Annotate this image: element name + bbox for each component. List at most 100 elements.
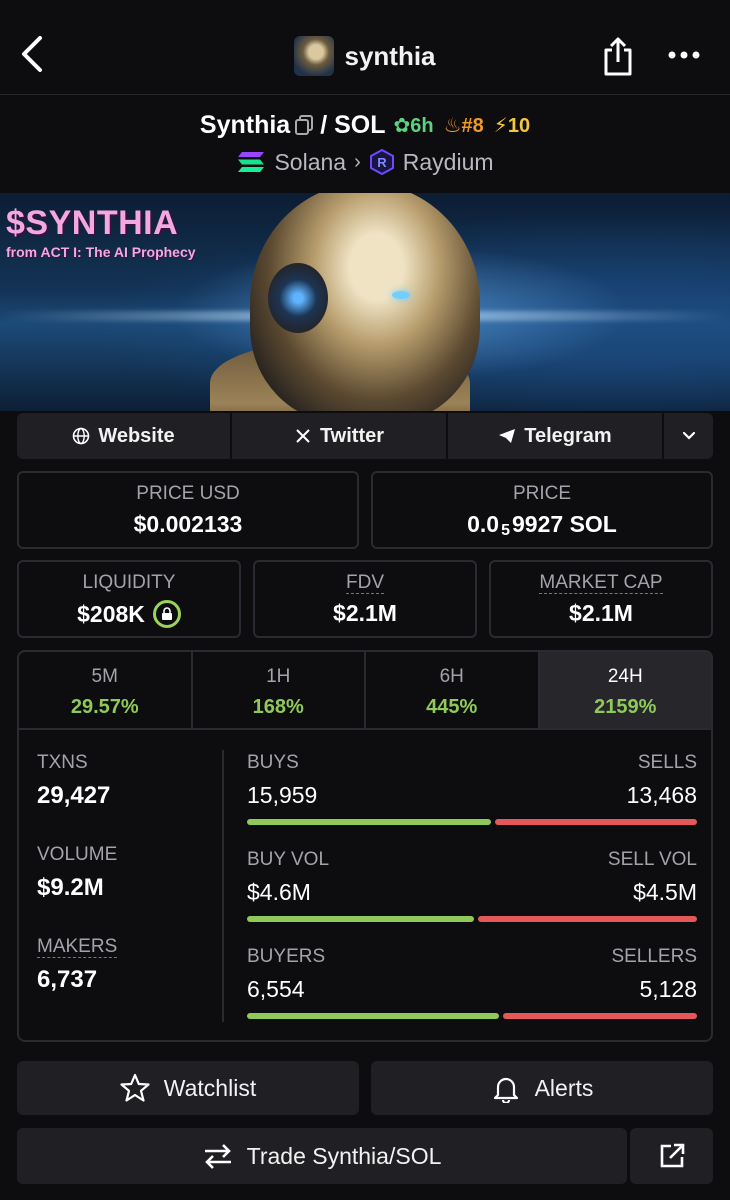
website-link[interactable]: Website [17, 413, 232, 459]
chain-dex-line: Solana › R Raydium [0, 146, 730, 178]
star-icon [120, 1073, 150, 1102]
solana-icon [236, 150, 266, 174]
trade-label: Trade Synthia/SOL [246, 1142, 442, 1169]
sell-vol-value: $4.5M [633, 879, 697, 905]
price-native-card: PRICE 0.0 5 9927 SOL [371, 471, 713, 549]
fdv-label: FDV [255, 572, 475, 594]
banner-robot-ear [268, 263, 328, 333]
buyers-sellers-bar [247, 1013, 697, 1019]
tab-label: 24H [607, 666, 643, 687]
tab-label: 5M [91, 666, 118, 687]
svg-text:R: R [377, 155, 387, 170]
market-cap-label: MARKET CAP [491, 572, 711, 594]
base-token-name: Synthia [199, 110, 291, 139]
swap-arrows-icon [204, 1144, 231, 1169]
column-divider [222, 750, 224, 1022]
fire-icon: ♨ [443, 114, 462, 137]
tab-6h[interactable]: 6H 445% [366, 652, 540, 728]
buyers-value: 6,554 [247, 976, 305, 1002]
twitter-label: Twitter [319, 424, 385, 447]
buys-label: BUYS [247, 752, 299, 773]
lock-icon[interactable] [152, 600, 181, 628]
chevron-right-icon: › [354, 150, 361, 173]
sellers-value: 5,128 [639, 976, 697, 1002]
liquidity-value: $208K [77, 600, 145, 627]
sell-vol-bar [478, 916, 697, 922]
buy-vol-bar [247, 916, 475, 922]
price-native-rest: 9927 SOL [512, 511, 617, 537]
more-icon[interactable] [664, 42, 704, 68]
txns-label: TXNS [37, 752, 88, 773]
telegram-icon [499, 429, 516, 443]
liquidity-card: LIQUIDITY $208K [17, 560, 241, 638]
telegram-link[interactable]: Telegram [448, 413, 664, 459]
alerts-label: Alerts [534, 1074, 594, 1101]
buyers-bar [247, 1013, 500, 1019]
tab-5m[interactable]: 5M 29.57% [19, 652, 193, 728]
totals-column: TXNS 29,427 VOLUME $9.2M MAKERS 6,737 [37, 752, 217, 994]
banner-robot-eye [392, 291, 410, 299]
price-native-prefix: 0.0 [467, 511, 500, 537]
external-link-icon [660, 1143, 684, 1168]
twitter-link[interactable]: Twitter [232, 413, 448, 459]
makers-value: 6,737 [37, 966, 98, 993]
tab-label: 6H [439, 666, 464, 687]
tab-24h[interactable]: 24H 2159% [539, 652, 711, 728]
trade-button[interactable]: Trade Synthia/SOL [17, 1128, 627, 1184]
market-cap-card: MARKET CAP $2.1M [489, 560, 713, 638]
fdv-card: FDV $2.1M [253, 560, 477, 638]
boost-badge: ⚡10 [493, 114, 531, 137]
stats-panel: 5M 29.57% 1H 168% 6H 445% 24H 2159% TXNS… [17, 650, 713, 1042]
tab-label: 1H [266, 666, 291, 687]
sellers-bar [503, 1013, 697, 1019]
watchlist-button[interactable]: Watchlist [17, 1061, 359, 1115]
links-expand-button[interactable] [664, 413, 713, 459]
makers-label-text[interactable]: MAKERS [37, 936, 118, 958]
page-title: synthia [344, 40, 436, 71]
market-cap-label-text[interactable]: MARKET CAP [539, 572, 663, 594]
token-avatar [294, 36, 335, 76]
lightning-icon: ⚡ [493, 114, 508, 137]
fdv-label-text[interactable]: FDV [346, 572, 384, 594]
sell-vol-label: SELL VOL [607, 849, 697, 870]
bell-icon [493, 1077, 518, 1103]
chain-name[interactable]: Solana [274, 149, 346, 176]
social-links-bar: Website Twitter Telegram [17, 413, 713, 459]
volume-split-row: BUY VOL SELL VOL $4.6M $4.5M [247, 849, 697, 922]
share-icon[interactable] [600, 36, 636, 76]
liquidity-label: LIQUIDITY [82, 572, 176, 593]
banner-title: $SYNTHIA [6, 204, 179, 242]
chevron-down-icon [682, 431, 695, 440]
tab-1h[interactable]: 1H 168% [193, 652, 366, 728]
raydium-icon: R [369, 148, 395, 176]
buys-value: 15,959 [247, 782, 318, 808]
sellers-label: SELLERS [611, 946, 697, 967]
sprout-icon: ✿ [393, 114, 411, 137]
price-usd-label: PRICE USD [136, 483, 240, 504]
pair-line: Synthia / SOL ✿6h ♨#8 ⚡10 [0, 106, 730, 144]
buyers-label: BUYERS [247, 946, 326, 967]
watchlist-label: Watchlist [163, 1074, 257, 1101]
tab-change: 29.57% [70, 696, 139, 718]
dex-name[interactable]: Raydium [403, 149, 494, 176]
tab-change: 2159% [594, 696, 657, 718]
volume-label: VOLUME [37, 844, 118, 865]
sells-bar [494, 819, 697, 825]
copy-icon[interactable] [294, 114, 314, 136]
tab-change: 168% [252, 696, 304, 718]
buys-sells-row: BUYS SELLS 15,959 13,468 [247, 752, 697, 825]
buy-vol-label: BUY VOL [247, 849, 330, 870]
price-native-label: PRICE [512, 483, 572, 504]
trending-rank-badge: ♨#8 [443, 114, 484, 137]
website-label: Website [98, 424, 175, 447]
globe-icon [73, 427, 90, 445]
banner-subtitle: from ACT I: The AI Prophecy [6, 244, 196, 260]
open-external-button[interactable] [630, 1128, 713, 1184]
buys-sells-bar [247, 819, 697, 825]
alerts-button[interactable]: Alerts [371, 1061, 713, 1115]
sells-label: SELLS [637, 752, 697, 773]
price-usd-value: $0.002133 [133, 511, 243, 537]
makers-label: MAKERS [37, 936, 217, 958]
txns-value: 29,427 [37, 782, 111, 809]
quote-token-name: / SOL [320, 110, 386, 139]
